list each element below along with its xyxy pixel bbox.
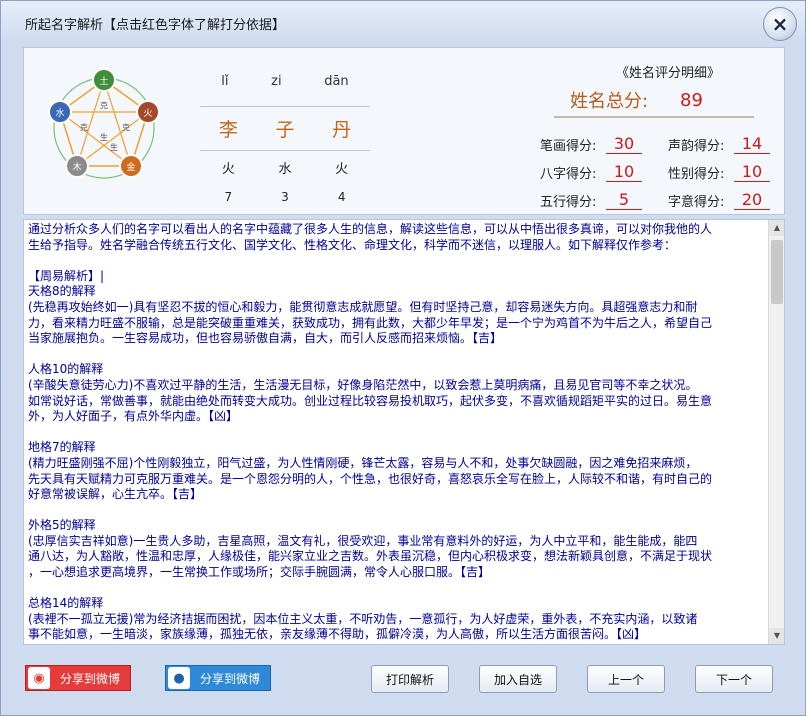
add-favorite-button[interactable]: 加入自选	[479, 665, 557, 693]
analysis-paragraph: 人格10的解释 (辛酸失意徒劳心力)不喜欢过平静的生活，生活漫无目标，好像身陷茫然…	[28, 362, 766, 424]
pinyin-2: zi	[271, 74, 282, 89]
vertical-scrollbar[interactable]: ▲ ▼	[768, 220, 784, 644]
score-value-link[interactable]: 10	[734, 162, 770, 182]
analysis-line: 好意常被误解，心生亢卒。【吉】	[28, 487, 203, 502]
analysis-line: (忠厚信实吉祥如意)一生贵人多助，吉星高照，温文有礼，很受欢迎，事业常有意料外的…	[28, 533, 698, 548]
analysis-line: 总格14的解释	[28, 596, 104, 611]
score-value-link[interactable]: 14	[734, 134, 770, 154]
title-bar: 所起名字解析【点击红色字体了解打分依据】 ×	[1, 1, 805, 41]
pinyin-3: dān	[324, 74, 349, 89]
analysis-line: ，一心想追求更高境界，一生常换工作或场所；交际手腕圆满，常令人心服口服。【吉】	[28, 565, 491, 580]
score-item-gender: 性别得分: 10	[668, 162, 770, 182]
analysis-line: (先稳再攻始终如一)具有坚忍不拔的恒心和毅力，能贯彻意志成就愿望。但有时坚持己意…	[28, 299, 698, 314]
analysis-line: 通八达，为人豁敞，性温和忠厚，人缘极佳，能兴家立业之吉数。外表虽沉稳，但内心积极…	[28, 549, 713, 564]
close-button[interactable]: ×	[763, 7, 797, 41]
analysis-line: 人格10的解释	[28, 362, 104, 377]
print-analysis-button[interactable]: 打印解析	[371, 665, 449, 693]
scroll-thumb[interactable]	[771, 240, 783, 304]
score-label: 性别得分:	[668, 166, 725, 182]
score-item-strokes: 笔画得分: 30	[540, 134, 642, 154]
score-value-link[interactable]: 20	[734, 190, 770, 210]
scroll-up-arrow-icon[interactable]: ▲	[769, 220, 784, 236]
name-pinyin-row: lǐ zi dān	[200, 74, 370, 89]
char-element-2: 水	[278, 162, 292, 177]
name-char-2: 子	[275, 119, 295, 141]
analysis-line: 【周易解析】|	[28, 268, 105, 283]
char-strokes-2: 3	[281, 190, 289, 204]
score-label: 八字得分:	[540, 166, 597, 182]
score-detail-title: 《姓名评分明细》	[615, 66, 720, 81]
relation-label-2: 生	[110, 142, 118, 152]
analysis-line: 生给予指导。姓名学融合传统五行文化、国学文化、性格文化、命理文化，科学而不迷信，…	[28, 237, 677, 252]
element-label-2: 金	[126, 161, 135, 173]
analysis-line: 事不能如意，一生暗淡，家族缘薄，孤独无依，亲友缘薄不得助，孤僻冷漠，为人高傲，所…	[28, 627, 647, 642]
element-label-0: 土	[99, 75, 108, 87]
char-element-1: 火	[221, 162, 235, 177]
share-qq-label: 分享到微博	[199, 671, 260, 686]
total-score-value: 89	[680, 89, 703, 111]
name-characters-row: 李 子 丹	[200, 106, 370, 151]
name-char-1: 李	[218, 119, 238, 141]
score-item-wuxing: 五行得分: 5	[540, 190, 642, 210]
score-item-meaning: 字意得分: 20	[668, 190, 770, 210]
score-label: 声韵得分:	[668, 138, 725, 154]
window-title: 所起名字解析【点击红色字体了解打分依据】	[25, 18, 286, 33]
analysis-line: 外格5的解释	[28, 518, 96, 533]
analysis-line: 通过分析众多人们的名字可以看出人的名字中蕴藏了很多人生的信息，解读这些信息，可以…	[28, 222, 713, 236]
element-label-4: 水	[55, 107, 64, 119]
score-value-link[interactable]: 10	[606, 162, 642, 182]
analysis-paragraph: 总格14的解释 (表裡不一孤立无援)常为经济拮据而困扰，因本位主义太重，不听劝告，…	[28, 596, 766, 643]
analysis-paragraph: 地格7的解释 (精力旺盛刚强不屈)个性刚毅独立，阳气过盛，为人性情刚硬，锋芒太露，…	[28, 440, 766, 502]
score-value-link[interactable]: 30	[606, 134, 642, 154]
score-item-bazi: 八字得分: 10	[540, 162, 642, 182]
analysis-line: (表裡不一孤立无援)常为经济拮据而困扰，因本位主义太重，不听劝告，一意孤行，为人…	[28, 611, 698, 626]
weibo-icon: ◉	[28, 667, 50, 689]
analysis-line: 如常说好话，常做善事，就能由绝处而转变大成功。创业过程比较容易投机取巧，起伏多变…	[28, 393, 713, 408]
score-label: 字意得分:	[668, 194, 725, 210]
score-label: 笔画得分:	[540, 138, 597, 154]
relation-label-0: 克	[100, 101, 108, 110]
share-qq-button[interactable]: ● 分享到微博	[165, 665, 271, 691]
total-score-label: 姓名总分:	[570, 91, 649, 112]
name-elements-row: 火 水 火	[200, 158, 370, 177]
name-strokes-row: 7 3 4	[200, 190, 370, 204]
element-label-3: 木	[72, 161, 81, 173]
previous-button[interactable]: 上一个	[587, 665, 665, 693]
total-score-row: 姓名总分: 89	[554, 84, 754, 118]
score-value-link[interactable]: 5	[606, 190, 642, 210]
close-icon: ×	[771, 12, 789, 36]
analysis-line: 力，看来精力旺盛不服输，总是能突破重重难关，获致成功，拥有此数，大都少年早发；是…	[28, 315, 713, 330]
analysis-text: 通过分析众多人们的名字可以看出人的名字中蕴藏了很多人生的信息，解读这些信息，可以…	[28, 222, 766, 644]
share-weibo-button[interactable]: ◉ 分享到微博	[25, 665, 131, 691]
name-summary-panel: 土 火 金 木 水 克 克 生 克 生 lǐ zi dān 李 子 丹 火 水 …	[23, 47, 785, 215]
analysis-text-area[interactable]: 通过分析众多人们的名字可以看出人的名字中蕴藏了很多人生的信息，解读这些信息，可以…	[23, 219, 785, 645]
next-button[interactable]: 下一个	[695, 665, 773, 693]
score-label: 五行得分:	[540, 194, 597, 210]
analysis-line: 当家施展抱负。一生容易成功，但也容易骄傲自满，自大，而引人反感而招来烦恼。【吉】	[28, 331, 503, 346]
analysis-line: 地格7的解释	[28, 440, 96, 455]
five-elements-diagram: 土 火 金 木 水 克 克 生 克 生	[48, 68, 160, 179]
char-element-3: 火	[335, 162, 349, 177]
analysis-line: 先天具有天赋精力可克服万重难关。是一个恩怨分明的人，个性急，也很好奇，喜怒哀乐全…	[28, 471, 713, 486]
score-item-rhyme: 声韵得分: 14	[668, 134, 770, 154]
relation-label-4: 生	[100, 132, 108, 142]
char-strokes-1: 7	[224, 190, 233, 204]
analysis-paragraph: 【周易解析】| 天格8的解释 (先稳再攻始终如一)具有坚忍不拔的恒心和毅力，能贯彻意…	[28, 269, 766, 347]
name-char-3: 丹	[332, 119, 352, 141]
analysis-line: (辛酸失意徒劳心力)不喜欢过平静的生活，生活漫无目标，好像身陷茫然中，以致会惹上…	[28, 377, 698, 392]
qq-icon: ●	[168, 667, 190, 689]
element-label-1: 火	[143, 108, 152, 119]
analysis-line: 外，为人好面子，有点外华内虚。【凶】	[28, 409, 239, 424]
char-strokes-3: 4	[337, 190, 346, 204]
name-analysis-window: 所起名字解析【点击红色字体了解打分依据】 × 土 火 金 木 水 克 克 生 克…	[0, 0, 806, 716]
analysis-line: 天格8的解释	[28, 284, 96, 299]
share-weibo-label: 分享到微博	[59, 671, 120, 686]
pinyin-1: lǐ	[221, 74, 229, 89]
analysis-paragraph: 通过分析众多人们的名字可以看出人的名字中蕴藏了很多人生的信息，解读这些信息，可以…	[28, 222, 766, 253]
relation-label-1: 克	[122, 123, 130, 132]
scroll-down-arrow-icon[interactable]: ▼	[769, 628, 784, 644]
analysis-paragraph: 外格5的解释 (忠厚信实吉祥如意)一生贵人多助，吉星高照，温文有礼，很受欢迎，事业…	[28, 518, 766, 580]
analysis-line: (精力旺盛刚强不屈)个性刚毅独立，阳气过盛，为人性情刚硬，锋芒太露，容易与人不和…	[28, 455, 698, 470]
relation-label-3: 克	[80, 123, 88, 132]
